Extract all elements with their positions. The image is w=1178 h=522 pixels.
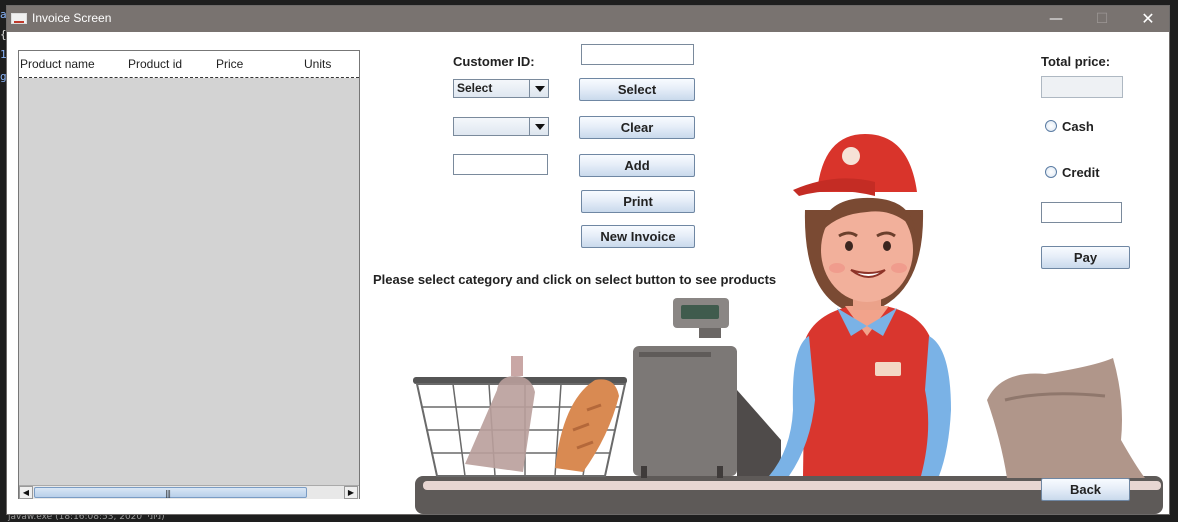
payment-amount-field[interactable] bbox=[1041, 202, 1122, 223]
shopping-basket-icon bbox=[413, 356, 627, 477]
grocery-bag-icon bbox=[987, 358, 1145, 478]
category-combo-value: Select bbox=[457, 81, 493, 95]
window-title: Invoice Screen bbox=[32, 11, 112, 25]
total-price-label: Total price: bbox=[1041, 54, 1111, 69]
cashier-illustration bbox=[413, 134, 1163, 514]
cash-register-icon bbox=[633, 298, 781, 478]
column-header-price[interactable]: Price bbox=[216, 57, 243, 71]
scrollbar-thumb[interactable]: ||| bbox=[34, 487, 307, 498]
horizontal-scrollbar[interactable]: ◀ ||| ▶ bbox=[19, 485, 359, 499]
credit-radio-icon[interactable] bbox=[1045, 166, 1057, 178]
minimize-button[interactable]: — bbox=[1033, 6, 1079, 32]
cash-label[interactable]: Cash bbox=[1062, 119, 1094, 134]
title-bar[interactable]: Invoice Screen — ☐ ✕ bbox=[7, 6, 1169, 32]
pay-button[interactable]: Pay bbox=[1041, 246, 1130, 269]
select-button[interactable]: Select bbox=[579, 78, 695, 101]
products-table[interactable]: Product name Product id Price Units ◀ ||… bbox=[18, 50, 360, 499]
scroll-right-arrow-icon[interactable]: ▶ bbox=[344, 486, 358, 499]
table-header: Product name Product id Price Units bbox=[19, 51, 359, 78]
back-button[interactable]: Back bbox=[1041, 478, 1130, 501]
invoice-window: Invoice Screen — ☐ ✕ Product name Produc… bbox=[6, 5, 1170, 515]
category-combo[interactable]: Select bbox=[453, 79, 549, 98]
column-header-product-id[interactable]: Product id bbox=[128, 57, 182, 71]
content-pane: Product name Product id Price Units ◀ ||… bbox=[7, 32, 1169, 514]
scrollbar-grip-icon: ||| bbox=[165, 489, 171, 498]
java-app-icon bbox=[11, 13, 27, 24]
cash-radio-icon[interactable] bbox=[1045, 120, 1057, 132]
customer-id-label: Customer ID: bbox=[453, 54, 535, 69]
column-header-units[interactable]: Units bbox=[304, 57, 331, 71]
scroll-left-arrow-icon[interactable]: ◀ bbox=[19, 486, 33, 499]
credit-label[interactable]: Credit bbox=[1062, 165, 1100, 180]
cashier-person-icon bbox=[769, 134, 951, 476]
total-price-field bbox=[1041, 76, 1123, 98]
chevron-down-icon[interactable] bbox=[529, 80, 548, 97]
customer-id-field[interactable] bbox=[581, 44, 694, 65]
close-button[interactable]: ✕ bbox=[1125, 6, 1171, 32]
maximize-button[interactable]: ☐ bbox=[1079, 6, 1125, 32]
column-header-product-name[interactable]: Product name bbox=[20, 57, 95, 71]
